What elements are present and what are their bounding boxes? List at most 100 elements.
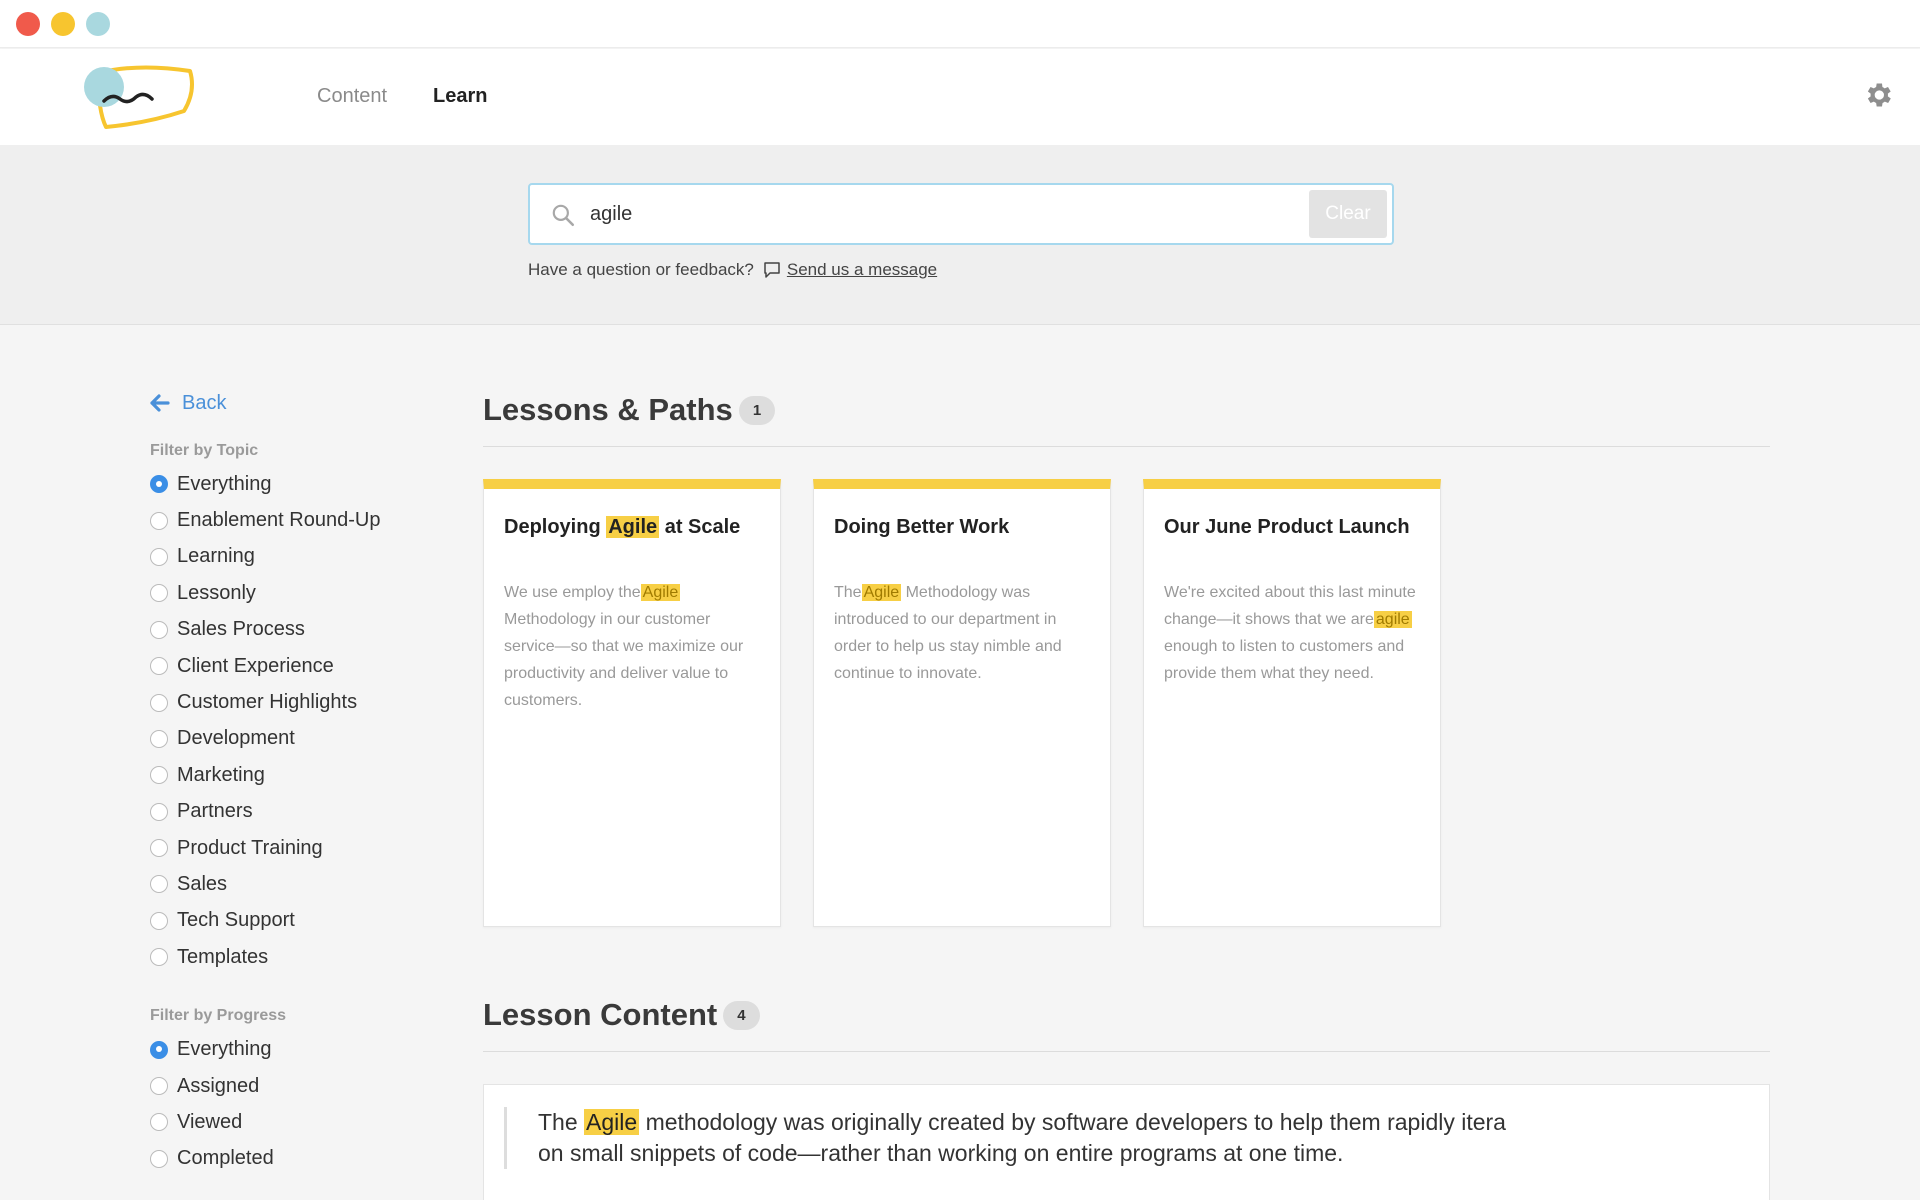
lesson-content-item[interactable]: The Agile methodology was originally cre… bbox=[483, 1084, 1770, 1200]
topic-option-product-training[interactable]: Product Training bbox=[150, 830, 450, 866]
radio-button[interactable] bbox=[150, 839, 168, 858]
radio-button[interactable] bbox=[150, 1113, 168, 1132]
topic-option-sales[interactable]: Sales bbox=[150, 866, 450, 902]
card-excerpt: We're excited about this last minute cha… bbox=[1164, 584, 1416, 682]
radio-button[interactable] bbox=[150, 657, 168, 676]
chat-bubble-icon bbox=[764, 262, 780, 278]
arrow-left-icon bbox=[150, 394, 170, 412]
nav-content[interactable]: Content bbox=[317, 85, 387, 108]
topic-option-partners[interactable]: Partners bbox=[150, 794, 450, 830]
excerpt-line: on small snippets of code—rather than wo… bbox=[538, 1140, 1344, 1166]
app-logo[interactable] bbox=[78, 61, 198, 131]
topic-option-enablement-round-up[interactable]: Enablement Round-Up bbox=[150, 502, 450, 538]
send-message-link[interactable]: Send us a message bbox=[787, 260, 937, 280]
count-badge: 1 bbox=[738, 395, 776, 425]
divider bbox=[483, 1051, 1770, 1052]
progress-option-completed[interactable]: Completed bbox=[150, 1141, 450, 1177]
topic-filter-list: Everything Enablement Round-Up Learning Les… bbox=[150, 466, 450, 975]
filter-option-label: Templates bbox=[177, 945, 269, 968]
card-title: Our June Product Launch bbox=[1164, 516, 1410, 538]
filter-option-label: Completed bbox=[177, 1147, 274, 1170]
radio-button[interactable] bbox=[150, 584, 168, 603]
search-highlight: agile bbox=[1373, 611, 1412, 628]
search-results: Lessons & Paths 1 Deploying Agile at Sca… bbox=[483, 390, 1770, 1200]
filter-option-label: Partners bbox=[177, 800, 253, 823]
radio-button[interactable] bbox=[150, 729, 168, 748]
filter-option-label: Sales bbox=[177, 872, 228, 895]
topic-filter-heading: Filter by Topic bbox=[150, 442, 259, 459]
window-titlebar bbox=[0, 0, 1920, 48]
search-box: Clear bbox=[528, 183, 1394, 245]
radio-button[interactable] bbox=[150, 911, 168, 930]
radio-button[interactable] bbox=[150, 620, 168, 639]
filter-option-label: Development bbox=[177, 727, 295, 750]
radio-button[interactable] bbox=[150, 802, 168, 821]
filter-option-label: Viewed bbox=[177, 1110, 243, 1133]
search-highlight: Agile bbox=[861, 584, 902, 601]
nav-learn[interactable]: Learn bbox=[433, 85, 487, 108]
search-input[interactable] bbox=[590, 197, 1290, 231]
progress-option-everything[interactable]: Everything bbox=[150, 1031, 450, 1067]
back-link[interactable]: Back bbox=[150, 390, 450, 416]
close-window-button[interactable] bbox=[16, 12, 40, 36]
topic-option-sales-process[interactable]: Sales Process bbox=[150, 612, 450, 648]
search-highlight: Agile bbox=[640, 584, 681, 601]
gear-icon[interactable] bbox=[1862, 79, 1894, 111]
topic-option-learning[interactable]: Learning bbox=[150, 539, 450, 575]
topic-option-lessonly[interactable]: Lessonly bbox=[150, 575, 450, 611]
excerpt-line: The Agile methodology was originally cre… bbox=[538, 1109, 1506, 1135]
progress-filter-heading: Filter by Progress bbox=[150, 1007, 287, 1025]
section-title: Lessons & Paths bbox=[483, 392, 733, 427]
topic-option-templates[interactable]: Templates bbox=[150, 939, 450, 975]
radio-button[interactable] bbox=[150, 475, 168, 494]
lesson-cards: Deploying Agile at Scale We use employ th… bbox=[483, 479, 1770, 927]
progress-option-viewed[interactable]: Viewed bbox=[150, 1104, 450, 1140]
topic-option-customer-highlights[interactable]: Customer Highlights bbox=[150, 684, 450, 720]
search-highlight: Agile bbox=[584, 1109, 640, 1135]
topic-option-client-experience[interactable]: Client Experience bbox=[150, 648, 450, 684]
topic-option-tech-support[interactable]: Tech Support bbox=[150, 903, 450, 939]
clear-button[interactable]: Clear bbox=[1309, 190, 1387, 238]
radio-button[interactable] bbox=[150, 1040, 168, 1059]
feedback-prompt: Have a question or feedback? bbox=[528, 260, 754, 279]
radio-button[interactable] bbox=[150, 948, 168, 967]
section-title: Lesson Content bbox=[483, 997, 718, 1032]
radio-button[interactable] bbox=[150, 547, 168, 566]
filter-option-label: Tech Support bbox=[177, 909, 295, 932]
lesson-card[interactable]: Deploying Agile at Scale We use employ th… bbox=[483, 479, 781, 927]
lesson-excerpt: The Agile methodology was originally cre… bbox=[504, 1107, 1584, 1169]
minimize-window-button[interactable] bbox=[51, 12, 75, 36]
topic-option-development[interactable]: Development bbox=[150, 721, 450, 757]
progress-filter-list: Everything Assigned Viewed Completed bbox=[150, 1031, 450, 1177]
card-title: Doing Better Work bbox=[834, 516, 1010, 538]
radio-button[interactable] bbox=[150, 1149, 168, 1168]
progress-option-assigned[interactable]: Assigned bbox=[150, 1068, 450, 1104]
card-title: Deploying Agile at Scale bbox=[504, 516, 741, 538]
feedback-row: Have a question or feedback? Send us a m… bbox=[528, 260, 937, 280]
radio-button[interactable] bbox=[150, 511, 168, 530]
app-header: Content Learn bbox=[0, 49, 1920, 145]
radio-button[interactable] bbox=[150, 693, 168, 712]
radio-button[interactable] bbox=[150, 1077, 168, 1096]
search-icon bbox=[552, 204, 575, 227]
filter-option-label: Customer Highlights bbox=[177, 691, 358, 714]
filter-option-label: Marketing bbox=[177, 763, 265, 786]
topic-option-everything[interactable]: Everything bbox=[150, 466, 450, 502]
lesson-content-list: The Agile methodology was originally cre… bbox=[483, 1084, 1770, 1200]
topic-option-marketing[interactable]: Marketing bbox=[150, 757, 450, 793]
lesson-content-heading: Lesson Content 4 bbox=[483, 995, 1770, 1035]
filter-option-label: Lessonly bbox=[177, 581, 256, 604]
lesson-card[interactable]: Doing Better Work The Agile Methodology wa… bbox=[813, 479, 1111, 927]
filter-option-label: Learning bbox=[177, 545, 255, 568]
radio-button[interactable] bbox=[150, 766, 168, 785]
radio-button[interactable] bbox=[150, 875, 168, 894]
filter-option-label: Assigned bbox=[177, 1074, 260, 1097]
back-label: Back bbox=[182, 391, 227, 414]
search-band: Clear Have a question or feedback? Send … bbox=[0, 145, 1920, 325]
lesson-content-section: Lesson Content 4 The Agile methodology w… bbox=[483, 995, 1770, 1200]
card-excerpt: The Agile Methodology was introduced to o… bbox=[834, 584, 1062, 682]
filter-option-label: Client Experience bbox=[177, 654, 334, 677]
filter-option-label: Enablement Round-Up bbox=[177, 509, 381, 532]
maximize-window-button[interactable] bbox=[86, 12, 110, 36]
lesson-card[interactable]: Our June Product Launch We're excited abo… bbox=[1143, 479, 1441, 927]
